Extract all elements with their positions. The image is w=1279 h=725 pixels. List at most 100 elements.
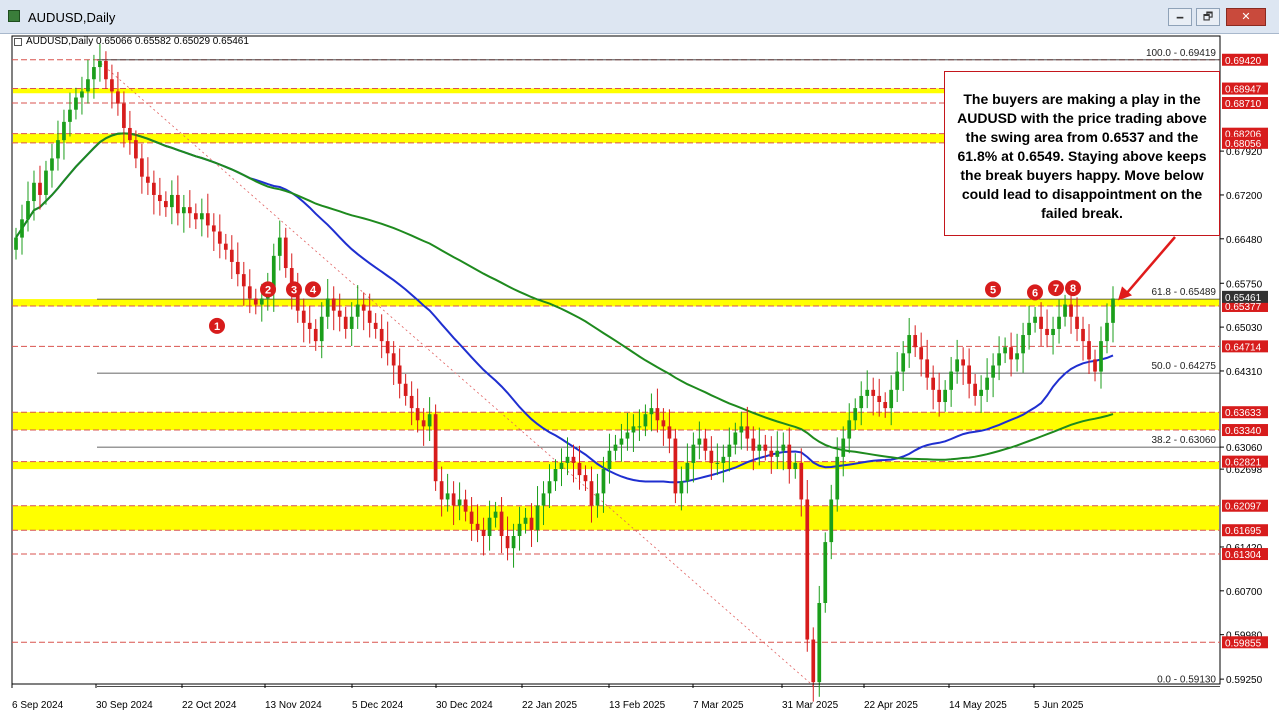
candle-body — [205, 213, 210, 226]
candle-body — [655, 408, 660, 421]
window-titlebar: AUDUSD,Daily 🗕 🗗 ✕ — [0, 0, 1279, 34]
candle-body — [649, 408, 654, 415]
minimize-button[interactable]: 🗕 — [1168, 8, 1192, 26]
candle-body — [751, 438, 756, 451]
candle-body — [997, 353, 1001, 366]
candle-body — [721, 456, 726, 463]
candle-body — [187, 207, 192, 214]
candle-body — [943, 389, 948, 403]
candle-body — [487, 517, 492, 537]
candle-body — [1015, 353, 1019, 360]
candle-body — [122, 103, 126, 128]
candle-body — [152, 182, 156, 195]
candle-body — [967, 365, 971, 384]
candle-body — [817, 603, 822, 683]
window-title: AUDUSD,Daily — [28, 10, 116, 25]
candle-body — [343, 316, 348, 329]
candle-body — [361, 304, 366, 311]
candle-body — [973, 383, 977, 396]
candle-body — [421, 420, 426, 427]
candle-body — [158, 194, 162, 202]
candle-body — [409, 395, 414, 409]
swing-marker-label: 7 — [1053, 283, 1059, 295]
candle-body — [595, 493, 600, 506]
candle-body — [415, 408, 420, 421]
candle-body — [110, 79, 114, 92]
candle-body — [104, 60, 108, 80]
price-tag-label: 0.63633 — [1225, 408, 1262, 419]
candle-body — [223, 243, 228, 250]
price-tag-label: 0.62097 — [1225, 502, 1262, 513]
price-tag-label: 0.62821 — [1225, 458, 1262, 469]
swing-marker-label: 6 — [1032, 287, 1038, 299]
candle-body — [229, 249, 234, 262]
close-button[interactable]: ✕ — [1226, 8, 1266, 26]
candle-body — [211, 225, 216, 232]
candle-body — [241, 274, 246, 287]
candle-body — [1033, 316, 1037, 323]
candle-body — [577, 462, 582, 476]
candle-body — [565, 456, 570, 463]
candle-body — [475, 523, 480, 530]
candle-body — [26, 201, 30, 220]
candle-body — [1057, 316, 1061, 329]
candle-body — [331, 298, 336, 311]
candle-body — [74, 97, 78, 110]
candle-body — [277, 237, 282, 256]
time-axis-label: 5 Dec 2024 — [352, 700, 404, 711]
candle-body — [853, 408, 858, 421]
candle-body — [325, 298, 330, 317]
restore-button[interactable]: 🗗 — [1196, 8, 1220, 26]
candle-body — [20, 219, 24, 238]
candle-body — [1087, 341, 1091, 360]
time-axis-label: 13 Nov 2024 — [265, 700, 322, 711]
candle-body — [493, 511, 498, 518]
candle-body — [919, 347, 924, 360]
candle-body — [673, 438, 678, 494]
candle-body — [571, 456, 576, 463]
price-axis-label: 0.65030 — [1226, 323, 1263, 334]
candle-body — [583, 475, 588, 482]
price-tag-label: 0.69420 — [1225, 56, 1262, 67]
candle-body — [38, 182, 42, 195]
candle-body — [499, 511, 504, 537]
price-axis-label: 0.66480 — [1226, 235, 1263, 246]
candle-body — [80, 91, 84, 98]
candle-body — [739, 426, 744, 433]
candle-body — [667, 426, 672, 439]
candle-body — [769, 450, 774, 457]
price-tag-label: 0.68947 — [1225, 85, 1262, 96]
time-axis-label: 22 Jan 2025 — [522, 700, 577, 711]
candle-body — [559, 462, 564, 470]
price-tag-label: 0.68710 — [1225, 99, 1262, 110]
candle-body — [86, 79, 90, 92]
candle-body — [889, 389, 894, 409]
candle-body — [631, 426, 636, 433]
candle-body — [865, 389, 870, 396]
chart-menu-icon[interactable] — [14, 38, 22, 46]
candle-body — [985, 377, 989, 390]
candle-body — [175, 194, 180, 214]
candle-body — [685, 462, 690, 482]
candle-body — [901, 353, 906, 372]
candle-body — [691, 444, 696, 463]
candle-body — [397, 365, 402, 384]
candle-body — [451, 493, 456, 506]
support-resistance-zone — [13, 461, 1219, 470]
candle-body — [589, 481, 594, 506]
candle-body — [757, 444, 762, 451]
candle-body — [433, 414, 438, 482]
candle-body — [307, 322, 312, 329]
candle-body — [775, 450, 780, 457]
candle-body — [505, 536, 510, 549]
time-axis-label: 14 May 2025 — [949, 700, 1007, 711]
swing-marker-label: 2 — [265, 284, 271, 296]
candle-body — [217, 231, 222, 244]
candle-body — [529, 517, 534, 530]
candle-body — [199, 213, 204, 220]
fibonacci-label: 50.0 - 0.64275 — [1152, 361, 1217, 372]
candle-body — [1063, 304, 1067, 317]
candle-body — [661, 420, 666, 427]
candle-body — [140, 158, 144, 177]
candle-body — [715, 462, 720, 464]
